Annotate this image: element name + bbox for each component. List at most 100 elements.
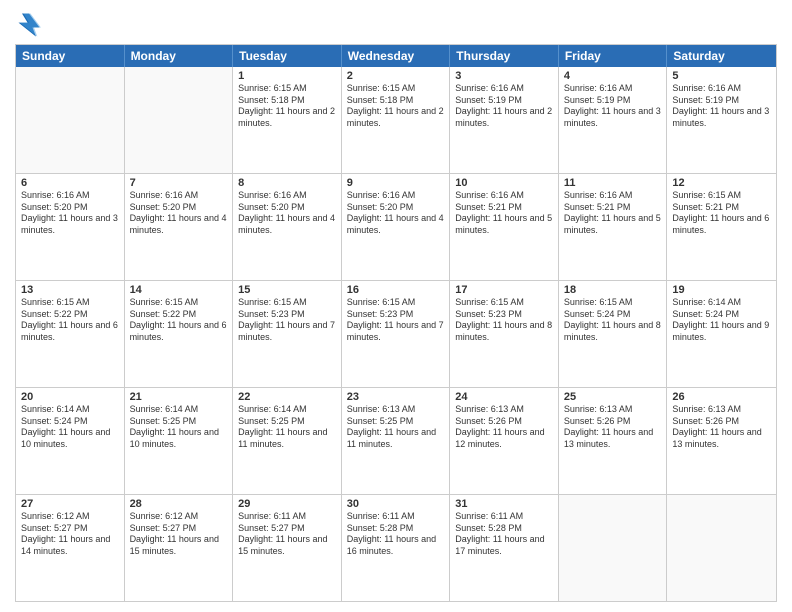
cell-info: Sunrise: 6:15 AM Sunset: 5:23 PM Dayligh…	[238, 297, 336, 344]
day-of-week-monday: Monday	[125, 45, 234, 67]
day-number: 12	[672, 177, 771, 189]
calendar-row-1: 6Sunrise: 6:16 AM Sunset: 5:20 PM Daylig…	[16, 173, 776, 280]
cell-info: Sunrise: 6:14 AM Sunset: 5:24 PM Dayligh…	[21, 404, 119, 451]
day-number: 10	[455, 177, 553, 189]
calendar-cell: 8Sunrise: 6:16 AM Sunset: 5:20 PM Daylig…	[233, 174, 342, 280]
logo-icon	[15, 10, 43, 38]
cell-info: Sunrise: 6:11 AM Sunset: 5:28 PM Dayligh…	[347, 511, 445, 558]
calendar-cell: 17Sunrise: 6:15 AM Sunset: 5:23 PM Dayli…	[450, 281, 559, 387]
cell-info: Sunrise: 6:15 AM Sunset: 5:18 PM Dayligh…	[238, 83, 336, 130]
cell-info: Sunrise: 6:13 AM Sunset: 5:26 PM Dayligh…	[564, 404, 662, 451]
calendar-cell: 6Sunrise: 6:16 AM Sunset: 5:20 PM Daylig…	[16, 174, 125, 280]
day-number: 11	[564, 177, 662, 189]
cell-info: Sunrise: 6:11 AM Sunset: 5:27 PM Dayligh…	[238, 511, 336, 558]
calendar-cell: 16Sunrise: 6:15 AM Sunset: 5:23 PM Dayli…	[342, 281, 451, 387]
calendar-cell: 20Sunrise: 6:14 AM Sunset: 5:24 PM Dayli…	[16, 388, 125, 494]
cell-info: Sunrise: 6:11 AM Sunset: 5:28 PM Dayligh…	[455, 511, 553, 558]
calendar-cell: 13Sunrise: 6:15 AM Sunset: 5:22 PM Dayli…	[16, 281, 125, 387]
day-number: 23	[347, 391, 445, 403]
day-number: 29	[238, 498, 336, 510]
calendar-row-0: 1Sunrise: 6:15 AM Sunset: 5:18 PM Daylig…	[16, 67, 776, 173]
calendar-cell: 28Sunrise: 6:12 AM Sunset: 5:27 PM Dayli…	[125, 495, 234, 601]
day-number: 28	[130, 498, 228, 510]
cell-info: Sunrise: 6:16 AM Sunset: 5:21 PM Dayligh…	[455, 190, 553, 237]
cell-info: Sunrise: 6:15 AM Sunset: 5:18 PM Dayligh…	[347, 83, 445, 130]
calendar-cell: 31Sunrise: 6:11 AM Sunset: 5:28 PM Dayli…	[450, 495, 559, 601]
day-number: 5	[672, 70, 771, 82]
cell-info: Sunrise: 6:13 AM Sunset: 5:25 PM Dayligh…	[347, 404, 445, 451]
calendar-cell: 27Sunrise: 6:12 AM Sunset: 5:27 PM Dayli…	[16, 495, 125, 601]
cell-info: Sunrise: 6:16 AM Sunset: 5:19 PM Dayligh…	[455, 83, 553, 130]
day-number: 7	[130, 177, 228, 189]
calendar-cell: 4Sunrise: 6:16 AM Sunset: 5:19 PM Daylig…	[559, 67, 668, 173]
cell-info: Sunrise: 6:14 AM Sunset: 5:25 PM Dayligh…	[238, 404, 336, 451]
day-number: 1	[238, 70, 336, 82]
day-number: 15	[238, 284, 336, 296]
day-number: 6	[21, 177, 119, 189]
day-number: 4	[564, 70, 662, 82]
calendar-cell	[559, 495, 668, 601]
day-of-week-saturday: Saturday	[667, 45, 776, 67]
cell-info: Sunrise: 6:15 AM Sunset: 5:24 PM Dayligh…	[564, 297, 662, 344]
calendar-cell: 15Sunrise: 6:15 AM Sunset: 5:23 PM Dayli…	[233, 281, 342, 387]
cell-info: Sunrise: 6:15 AM Sunset: 5:22 PM Dayligh…	[130, 297, 228, 344]
day-number: 9	[347, 177, 445, 189]
cell-info: Sunrise: 6:15 AM Sunset: 5:22 PM Dayligh…	[21, 297, 119, 344]
day-number: 27	[21, 498, 119, 510]
cell-info: Sunrise: 6:16 AM Sunset: 5:20 PM Dayligh…	[21, 190, 119, 237]
day-number: 25	[564, 391, 662, 403]
cell-info: Sunrise: 6:15 AM Sunset: 5:23 PM Dayligh…	[455, 297, 553, 344]
calendar-cell: 19Sunrise: 6:14 AM Sunset: 5:24 PM Dayli…	[667, 281, 776, 387]
calendar-cell: 5Sunrise: 6:16 AM Sunset: 5:19 PM Daylig…	[667, 67, 776, 173]
calendar-cell: 2Sunrise: 6:15 AM Sunset: 5:18 PM Daylig…	[342, 67, 451, 173]
cell-info: Sunrise: 6:14 AM Sunset: 5:25 PM Dayligh…	[130, 404, 228, 451]
cell-info: Sunrise: 6:16 AM Sunset: 5:19 PM Dayligh…	[672, 83, 771, 130]
calendar-cell: 7Sunrise: 6:16 AM Sunset: 5:20 PM Daylig…	[125, 174, 234, 280]
calendar-cell	[16, 67, 125, 173]
logo	[15, 10, 47, 38]
day-number: 3	[455, 70, 553, 82]
day-number: 8	[238, 177, 336, 189]
cell-info: Sunrise: 6:16 AM Sunset: 5:20 PM Dayligh…	[238, 190, 336, 237]
calendar-row-2: 13Sunrise: 6:15 AM Sunset: 5:22 PM Dayli…	[16, 280, 776, 387]
calendar-cell: 21Sunrise: 6:14 AM Sunset: 5:25 PM Dayli…	[125, 388, 234, 494]
day-of-week-thursday: Thursday	[450, 45, 559, 67]
day-of-week-sunday: Sunday	[16, 45, 125, 67]
cell-info: Sunrise: 6:16 AM Sunset: 5:19 PM Dayligh…	[564, 83, 662, 130]
calendar-cell: 1Sunrise: 6:15 AM Sunset: 5:18 PM Daylig…	[233, 67, 342, 173]
calendar-cell: 29Sunrise: 6:11 AM Sunset: 5:27 PM Dayli…	[233, 495, 342, 601]
day-number: 24	[455, 391, 553, 403]
day-number: 13	[21, 284, 119, 296]
day-of-week-tuesday: Tuesday	[233, 45, 342, 67]
calendar-cell: 9Sunrise: 6:16 AM Sunset: 5:20 PM Daylig…	[342, 174, 451, 280]
calendar: SundayMondayTuesdayWednesdayThursdayFrid…	[15, 44, 777, 602]
cell-info: Sunrise: 6:14 AM Sunset: 5:24 PM Dayligh…	[672, 297, 771, 344]
cell-info: Sunrise: 6:16 AM Sunset: 5:20 PM Dayligh…	[347, 190, 445, 237]
day-number: 26	[672, 391, 771, 403]
cell-info: Sunrise: 6:16 AM Sunset: 5:20 PM Dayligh…	[130, 190, 228, 237]
day-number: 18	[564, 284, 662, 296]
day-number: 17	[455, 284, 553, 296]
calendar-cell: 26Sunrise: 6:13 AM Sunset: 5:26 PM Dayli…	[667, 388, 776, 494]
calendar-cell	[125, 67, 234, 173]
calendar-row-4: 27 Sunrise: 6:12 AM Sunset: 5:27 PM Dayli…	[16, 494, 776, 601]
calendar-cell	[667, 495, 776, 601]
day-of-week-wednesday: Wednesday	[342, 45, 451, 67]
page: SundayMondayTuesdayWednesdayThursdayFrid…	[0, 0, 792, 612]
cell-info: Sunrise: 6:12 AM Sunset: 5:27 PM Dayligh…	[130, 511, 228, 558]
header	[15, 10, 777, 38]
calendar-body: 1Sunrise: 6:15 AM Sunset: 5:18 PM Daylig…	[16, 67, 776, 601]
calendar-row-3: 20Sunrise: 6:14 AM Sunset: 5:24 PM Dayli…	[16, 387, 776, 494]
calendar-cell: 14Sunrise: 6:15 AM Sunset: 5:22 PM Dayli…	[125, 281, 234, 387]
day-number: 19	[672, 284, 771, 296]
cell-info: Sunrise: 6:13 AM Sunset: 5:26 PM Dayligh…	[672, 404, 771, 451]
day-of-week-friday: Friday	[559, 45, 668, 67]
calendar-header: SundayMondayTuesdayWednesdayThursdayFrid…	[16, 45, 776, 67]
calendar-cell: 22Sunrise: 6:14 AM Sunset: 5:25 PM Dayli…	[233, 388, 342, 494]
calendar-cell: 24Sunrise: 6:13 AM Sunset: 5:26 PM Dayli…	[450, 388, 559, 494]
calendar-cell: 30Sunrise: 6:11 AM Sunset: 5:28 PM Dayli…	[342, 495, 451, 601]
calendar-cell: 3Sunrise: 6:16 AM Sunset: 5:19 PM Daylig…	[450, 67, 559, 173]
day-number: 14	[130, 284, 228, 296]
calendar-cell: 23Sunrise: 6:13 AM Sunset: 5:25 PM Dayli…	[342, 388, 451, 494]
day-number: 22	[238, 391, 336, 403]
